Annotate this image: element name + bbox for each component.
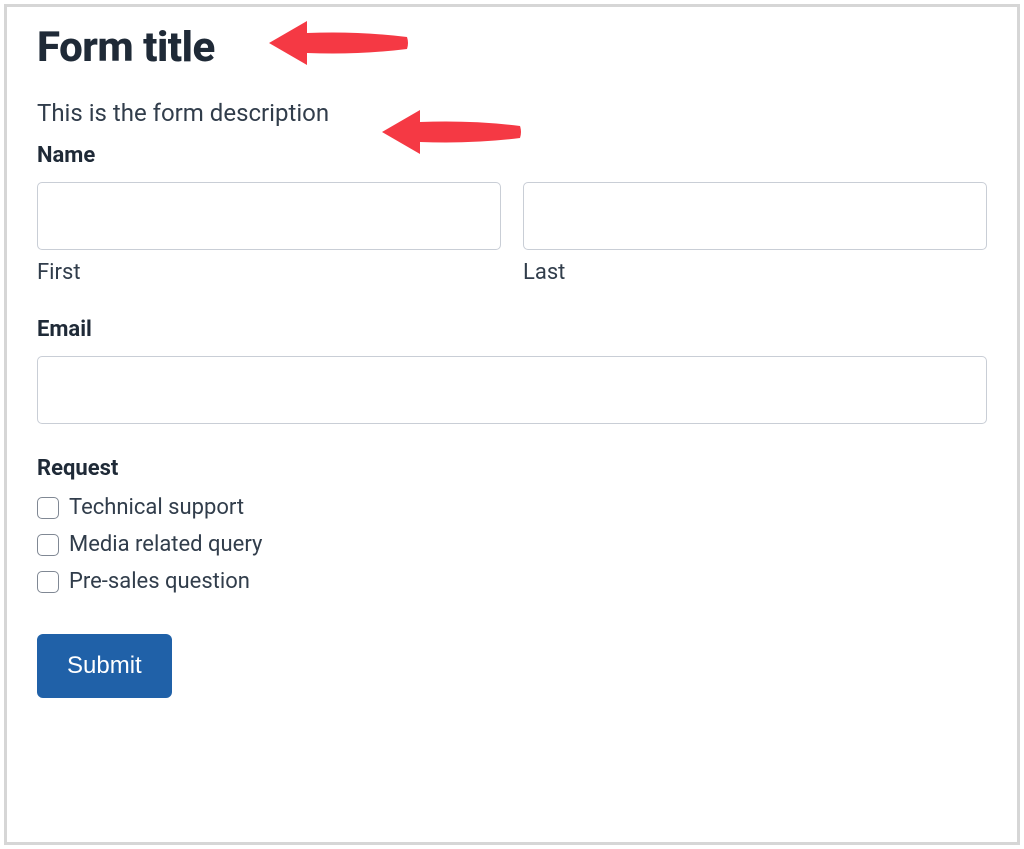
name-label: Name (37, 143, 987, 168)
form-container: Form title This is the form description … (4, 4, 1020, 845)
checkbox-label: Technical support (69, 495, 244, 520)
checkbox-icon[interactable] (37, 534, 59, 556)
checkbox-row-technical-support[interactable]: Technical support (37, 495, 987, 520)
first-name-input[interactable] (37, 182, 501, 250)
email-label: Email (37, 317, 987, 342)
checkbox-list: Technical support Media related query Pr… (37, 495, 987, 594)
checkbox-row-pre-sales-question[interactable]: Pre-sales question (37, 569, 987, 594)
checkbox-icon[interactable] (37, 571, 59, 593)
request-section: Request Technical support Media related … (37, 456, 987, 594)
email-input[interactable] (37, 356, 987, 424)
checkbox-icon[interactable] (37, 497, 59, 519)
checkbox-label: Media related query (69, 532, 262, 557)
form-description: This is the form description (37, 99, 987, 127)
submit-button[interactable]: Submit (37, 634, 172, 698)
checkbox-label: Pre-sales question (69, 569, 250, 594)
first-name-col: First (37, 182, 501, 285)
first-name-sublabel: First (37, 260, 501, 285)
form-title: Form title (37, 25, 987, 71)
name-row: First Last (37, 182, 987, 285)
last-name-col: Last (523, 182, 987, 285)
email-section: Email (37, 317, 987, 424)
last-name-input[interactable] (523, 182, 987, 250)
checkbox-row-media-related-query[interactable]: Media related query (37, 532, 987, 557)
last-name-sublabel: Last (523, 260, 987, 285)
request-label: Request (37, 456, 987, 481)
